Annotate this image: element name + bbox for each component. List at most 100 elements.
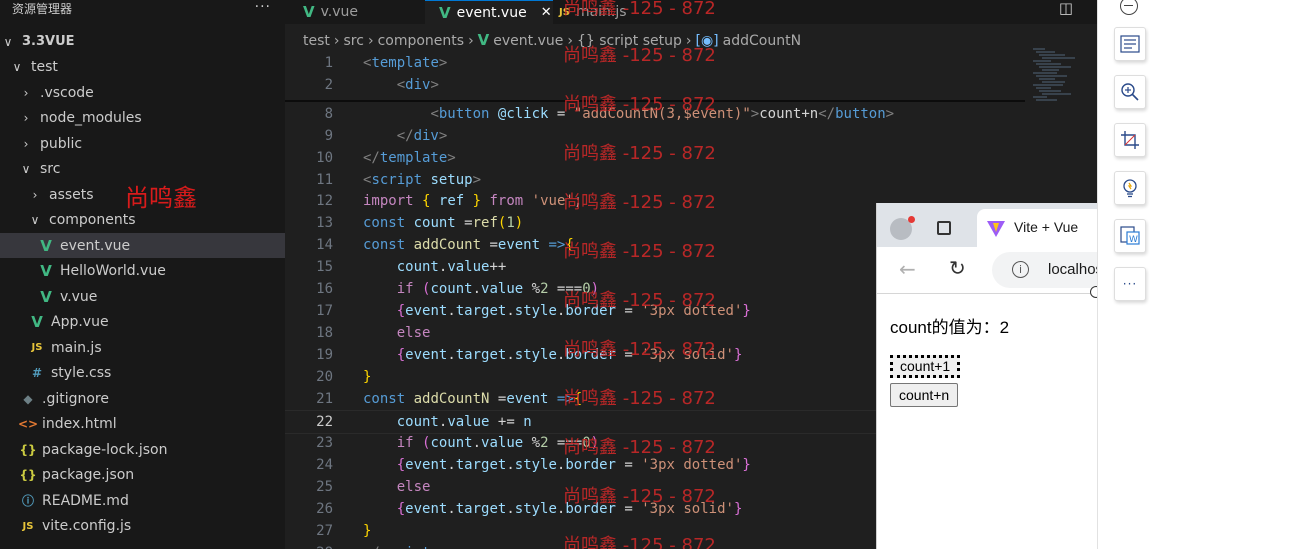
line-number: 9 [324, 128, 333, 144]
idea-icon[interactable] [1114, 171, 1146, 205]
chevron-down-icon[interactable]: ∨ [18, 162, 34, 176]
code-token: const [363, 391, 406, 407]
browser-tab[interactable]: Vite + Vue [977, 209, 1098, 247]
tree-item[interactable]: Vevent.vue [0, 233, 285, 258]
breadcrumb-item[interactable]: test [303, 33, 330, 49]
code-token: { [396, 457, 406, 473]
code-token: = [489, 391, 507, 407]
tree-item-label: vite.config.js [42, 518, 132, 534]
more-icon[interactable]: ··· [1114, 267, 1146, 301]
code-token: } [363, 523, 372, 539]
page-content: count的值为：2 count+1 count+n [877, 294, 1098, 549]
breadcrumb-item[interactable]: src [344, 33, 364, 49]
code-token: . [506, 347, 515, 363]
tree-item[interactable]: # style.css [0, 361, 285, 386]
tree-item-label: 3.3VUE [22, 34, 75, 49]
json-file-icon: {} [19, 442, 37, 457]
tree-item-label: src [40, 161, 61, 177]
tree-item-label: App.vue [51, 314, 109, 330]
url-field[interactable]: i localhost [992, 252, 1098, 288]
tree-item[interactable]: ◆ .gitignore [0, 386, 285, 411]
ocr-text-icon[interactable] [1114, 27, 1146, 61]
tree-item-label: style.css [51, 365, 112, 381]
editor-tab[interactable]: Vv.vue [299, 0, 419, 24]
tree-item[interactable]: › public [0, 131, 285, 156]
minimap-line [1039, 66, 1071, 68]
word-export-icon[interactable]: W [1114, 219, 1146, 253]
tree-item-label: main.js [51, 339, 102, 356]
chevron-right-icon[interactable]: › [18, 111, 34, 125]
line-number: 18 [316, 325, 333, 341]
chevron-right-icon[interactable]: › [18, 86, 34, 100]
site-info-icon[interactable]: i [1012, 261, 1029, 278]
editor-tab[interactable]: Vevent.vue ✕ [425, 0, 553, 24]
split-editor-icon[interactable]: ◫ [1059, 0, 1073, 16]
count-plus-one-button[interactable]: count+1 [890, 355, 961, 378]
tree-item[interactable]: V HelloWorld.vue [0, 259, 285, 284]
tree-item[interactable]: ∨ test [0, 55, 285, 80]
crop-icon[interactable] [1114, 123, 1146, 157]
tree-item[interactable]: {} package.json [0, 463, 285, 488]
code-token: % [523, 281, 541, 297]
tree-item[interactable]: JS main.js [0, 335, 285, 360]
code-token: ref [472, 215, 498, 231]
breadcrumb-item[interactable]: components [378, 33, 465, 49]
breadcrumb-item[interactable]: addCountN [723, 33, 801, 49]
minimap-line [1033, 84, 1063, 86]
line-number: 27 [316, 523, 333, 539]
tree-item[interactable]: JS vite.config.js [0, 514, 285, 539]
close-icon[interactable]: ✕ [541, 5, 552, 20]
tree-item-label: package-lock.json [42, 441, 168, 458]
minimap[interactable] [1033, 48, 1077, 106]
code-token: ++ [489, 259, 507, 275]
tree-item[interactable]: {} package-lock.json [0, 437, 285, 462]
tree-item[interactable]: Vv.vue [0, 284, 285, 309]
refresh-icon[interactable]: ↻ [949, 256, 966, 280]
url-text[interactable]: localhost [1048, 261, 1098, 278]
code-token: script [380, 545, 431, 549]
tree-item[interactable]: ⓘ README.md [0, 488, 285, 513]
code-token: value [481, 435, 524, 451]
breadcrumb-separator: › [468, 33, 474, 49]
minimap-line [1042, 69, 1059, 71]
tab-actions-icon[interactable] [937, 221, 951, 235]
code-token: </ [818, 106, 836, 122]
breadcrumb-item[interactable]: event.vue [493, 33, 563, 49]
minimap-line [1033, 96, 1047, 98]
js-file-icon: JS [22, 520, 34, 532]
tree-item-label: assets [49, 186, 94, 203]
tree-item[interactable]: › node_modules [0, 106, 285, 131]
word-export-icon: W [1120, 226, 1140, 245]
code-token: border [565, 457, 616, 473]
count-plus-n-button[interactable]: count+n [890, 383, 959, 407]
chevron-down-icon[interactable]: ∨ [0, 35, 16, 49]
watermark-text: 尚鸣鑫 -125 - 872 [563, 241, 716, 262]
zoom-in-icon[interactable] [1114, 75, 1146, 109]
tree-item[interactable]: <> index.html [0, 412, 285, 437]
code-token: value [447, 259, 490, 275]
tree-item-label: .vscode [40, 84, 94, 101]
tree-item[interactable]: ∨ 3.3VUE [0, 29, 285, 54]
more-actions-icon[interactable]: ··· [255, 0, 271, 14]
code-token: } [363, 369, 372, 385]
chevron-down-icon[interactable]: ∨ [27, 213, 43, 227]
minimap-line [1036, 87, 1051, 89]
chevron-right-icon[interactable]: › [18, 137, 34, 151]
code-token: } [733, 347, 743, 363]
line-number: 25 [316, 479, 333, 495]
chevron-down-icon[interactable]: ∨ [9, 60, 25, 74]
line-number: 26 [316, 501, 333, 517]
minimap-line [1039, 90, 1061, 92]
minimize-icon[interactable] [1120, 0, 1138, 15]
tree-item[interactable]: V App.vue [0, 310, 285, 335]
tree-item-label: package.json [42, 467, 135, 483]
chevron-right-icon[interactable]: › [27, 188, 43, 202]
code-token: count [413, 215, 456, 231]
back-arrow-icon[interactable]: ← [899, 257, 916, 281]
tree-item[interactable]: › .vscode [0, 80, 285, 105]
line-number: 11 [316, 172, 333, 188]
